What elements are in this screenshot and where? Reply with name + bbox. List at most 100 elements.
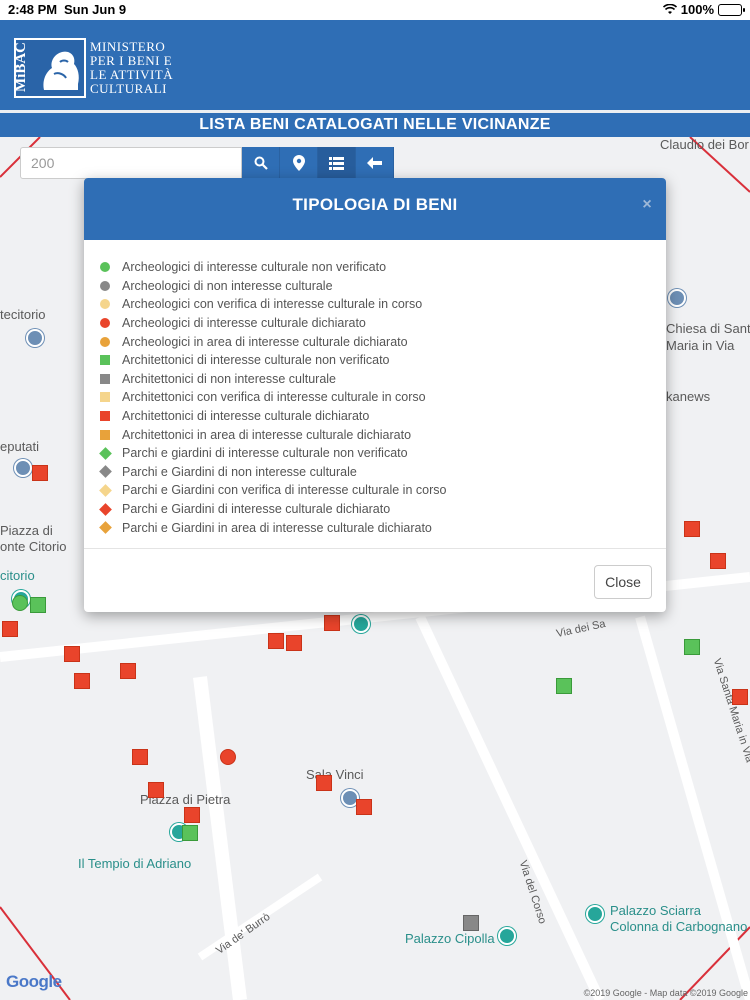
diamond-symbol-icon bbox=[99, 502, 122, 516]
map-marker[interactable] bbox=[2, 621, 18, 637]
legend-label: Archeologici di interesse culturale dich… bbox=[122, 316, 366, 331]
location-pin-icon bbox=[292, 155, 305, 171]
ministry-name: MINISTERO PER I BENI E LE ATTIVITÀ CULTU… bbox=[90, 40, 173, 96]
map-marker[interactable] bbox=[184, 807, 200, 823]
map-label: onte Citorio bbox=[0, 539, 67, 554]
square-symbol-icon bbox=[100, 373, 122, 384]
status-right: 100% bbox=[662, 2, 745, 17]
arrow-left-icon bbox=[367, 157, 382, 169]
legend-item: Archeologici con verifica di interesse c… bbox=[100, 295, 666, 314]
legend-item: Architettonici con verifica di interesse… bbox=[100, 388, 666, 407]
landmark-icon[interactable] bbox=[668, 289, 686, 307]
legend-item: Archeologici di non interesse culturale bbox=[100, 277, 666, 296]
radius-input[interactable] bbox=[20, 147, 242, 179]
logo-text: MiBAC bbox=[13, 42, 29, 92]
diamond-symbol-icon bbox=[99, 521, 122, 534]
map-marker[interactable] bbox=[286, 635, 302, 651]
legend-item: Parchi e Giardini di non interesse cultu… bbox=[99, 463, 666, 482]
map-label: eputati bbox=[0, 439, 40, 454]
legend-item: Architettonici di interesse culturale no… bbox=[100, 351, 666, 370]
landmark-icon[interactable] bbox=[26, 329, 44, 347]
map-marker[interactable] bbox=[684, 521, 700, 537]
search-button[interactable] bbox=[242, 147, 280, 179]
modal-title: TIPOLOGIA DI BENI bbox=[292, 195, 458, 214]
battery-percent: 100% bbox=[680, 2, 714, 17]
map-marker[interactable] bbox=[556, 678, 572, 694]
map-label: Palazzo Sciarra bbox=[610, 903, 702, 918]
list-button[interactable] bbox=[318, 147, 356, 179]
google-logo: Google bbox=[6, 972, 62, 991]
square-symbol-icon bbox=[100, 411, 122, 422]
landmark-icon[interactable] bbox=[14, 459, 32, 477]
page-title: LISTA BENI CATALOGATI NELLE VICINANZE bbox=[0, 113, 750, 137]
legend-item: Architettonici di interesse culturale di… bbox=[100, 407, 666, 426]
legend-label: Archeologici con verifica di interesse c… bbox=[122, 297, 423, 312]
map-marker[interactable] bbox=[120, 663, 136, 679]
list-icon bbox=[329, 156, 344, 170]
map-marker[interactable] bbox=[732, 689, 748, 705]
legend-item: Parchi e Giardini in area di interesse c… bbox=[99, 518, 666, 537]
map-marker[interactable] bbox=[324, 615, 340, 631]
diamond-symbol-icon bbox=[99, 446, 122, 460]
circle-symbol-icon bbox=[100, 262, 122, 273]
app-header: MiBAC MINISTERO PER I BENI E LE ATTIVITÀ… bbox=[0, 20, 750, 110]
map-label: Piazza di bbox=[0, 523, 53, 538]
map-marker[interactable] bbox=[684, 639, 700, 655]
back-button[interactable] bbox=[356, 147, 394, 179]
map-marker[interactable] bbox=[463, 915, 479, 931]
legend-item: Parchi e giardini di interesse culturale… bbox=[99, 444, 666, 463]
map-marker[interactable] bbox=[132, 749, 148, 765]
map-label: Maria in Via bbox=[666, 338, 735, 353]
square-symbol-icon bbox=[100, 429, 122, 440]
map-marker[interactable] bbox=[32, 465, 48, 481]
ministry-line: MINISTERO bbox=[90, 39, 166, 54]
modal-footer: Close bbox=[84, 548, 666, 612]
map-marker[interactable] bbox=[182, 825, 198, 841]
legend-item: Architettonici di non interesse cultural… bbox=[100, 370, 666, 389]
legend-item: Parchi e Giardini di interesse culturale… bbox=[99, 500, 666, 519]
legend-label: Parchi e Giardini in area di interesse c… bbox=[122, 520, 432, 535]
map-label: kanews bbox=[666, 389, 711, 404]
legend-item: Archeologici in area di interesse cultur… bbox=[100, 332, 666, 351]
map-marker[interactable] bbox=[74, 673, 90, 689]
legend-label: Architettonici di interesse culturale di… bbox=[122, 409, 370, 424]
landmark-icon[interactable] bbox=[586, 905, 604, 923]
circle-symbol-icon bbox=[100, 280, 122, 291]
status-time: 2:48 PM bbox=[8, 2, 58, 17]
map-marker[interactable] bbox=[148, 782, 164, 798]
legend-label: Architettonici di non interesse cultural… bbox=[122, 371, 337, 386]
circle-symbol-icon bbox=[100, 299, 122, 310]
legend-label: Architettonici di interesse culturale no… bbox=[122, 353, 390, 368]
ministry-line: LE ATTIVITÀ bbox=[90, 67, 174, 82]
legend-item: Archeologici di interesse culturale dich… bbox=[100, 314, 666, 333]
circle-symbol-icon bbox=[100, 336, 122, 347]
status-bar: 2:48 PM Sun Jun 9 100% bbox=[0, 0, 750, 20]
map-label: Chiesa di Sant bbox=[666, 321, 750, 336]
map-marker[interactable] bbox=[268, 633, 284, 649]
map-label: citorio bbox=[0, 568, 35, 583]
legend-item: Parchi e Giardini con verifica di intere… bbox=[99, 481, 666, 500]
map-marker[interactable] bbox=[356, 799, 372, 815]
map-marker[interactable] bbox=[12, 595, 28, 611]
legend-label: Architettonici in area di interesse cult… bbox=[122, 427, 412, 442]
wifi-icon bbox=[662, 4, 677, 14]
map-label: Sala Vinci bbox=[306, 767, 364, 782]
diamond-symbol-icon bbox=[99, 465, 122, 479]
map-marker[interactable] bbox=[30, 597, 46, 613]
legend-item: Archeologici di interesse culturale non … bbox=[100, 258, 666, 277]
close-icon[interactable]: × bbox=[642, 178, 652, 232]
location-button[interactable] bbox=[280, 147, 318, 179]
map-marker[interactable] bbox=[710, 553, 726, 569]
map-marker[interactable] bbox=[220, 749, 236, 765]
legend-label: Parchi e giardini di interesse culturale… bbox=[122, 446, 408, 461]
battery-icon bbox=[718, 3, 745, 16]
ministry-line: CULTURALI bbox=[90, 81, 167, 96]
map-marker[interactable] bbox=[316, 775, 332, 791]
circle-symbol-icon bbox=[100, 318, 122, 329]
close-button[interactable]: Close bbox=[594, 565, 652, 599]
legend-label: Archeologici di interesse culturale non … bbox=[122, 260, 387, 275]
legend-item: Architettonici in area di interesse cult… bbox=[100, 425, 666, 444]
landmark-icon[interactable] bbox=[498, 927, 516, 945]
map-marker[interactable] bbox=[64, 646, 80, 662]
landmark-icon[interactable] bbox=[352, 615, 370, 633]
